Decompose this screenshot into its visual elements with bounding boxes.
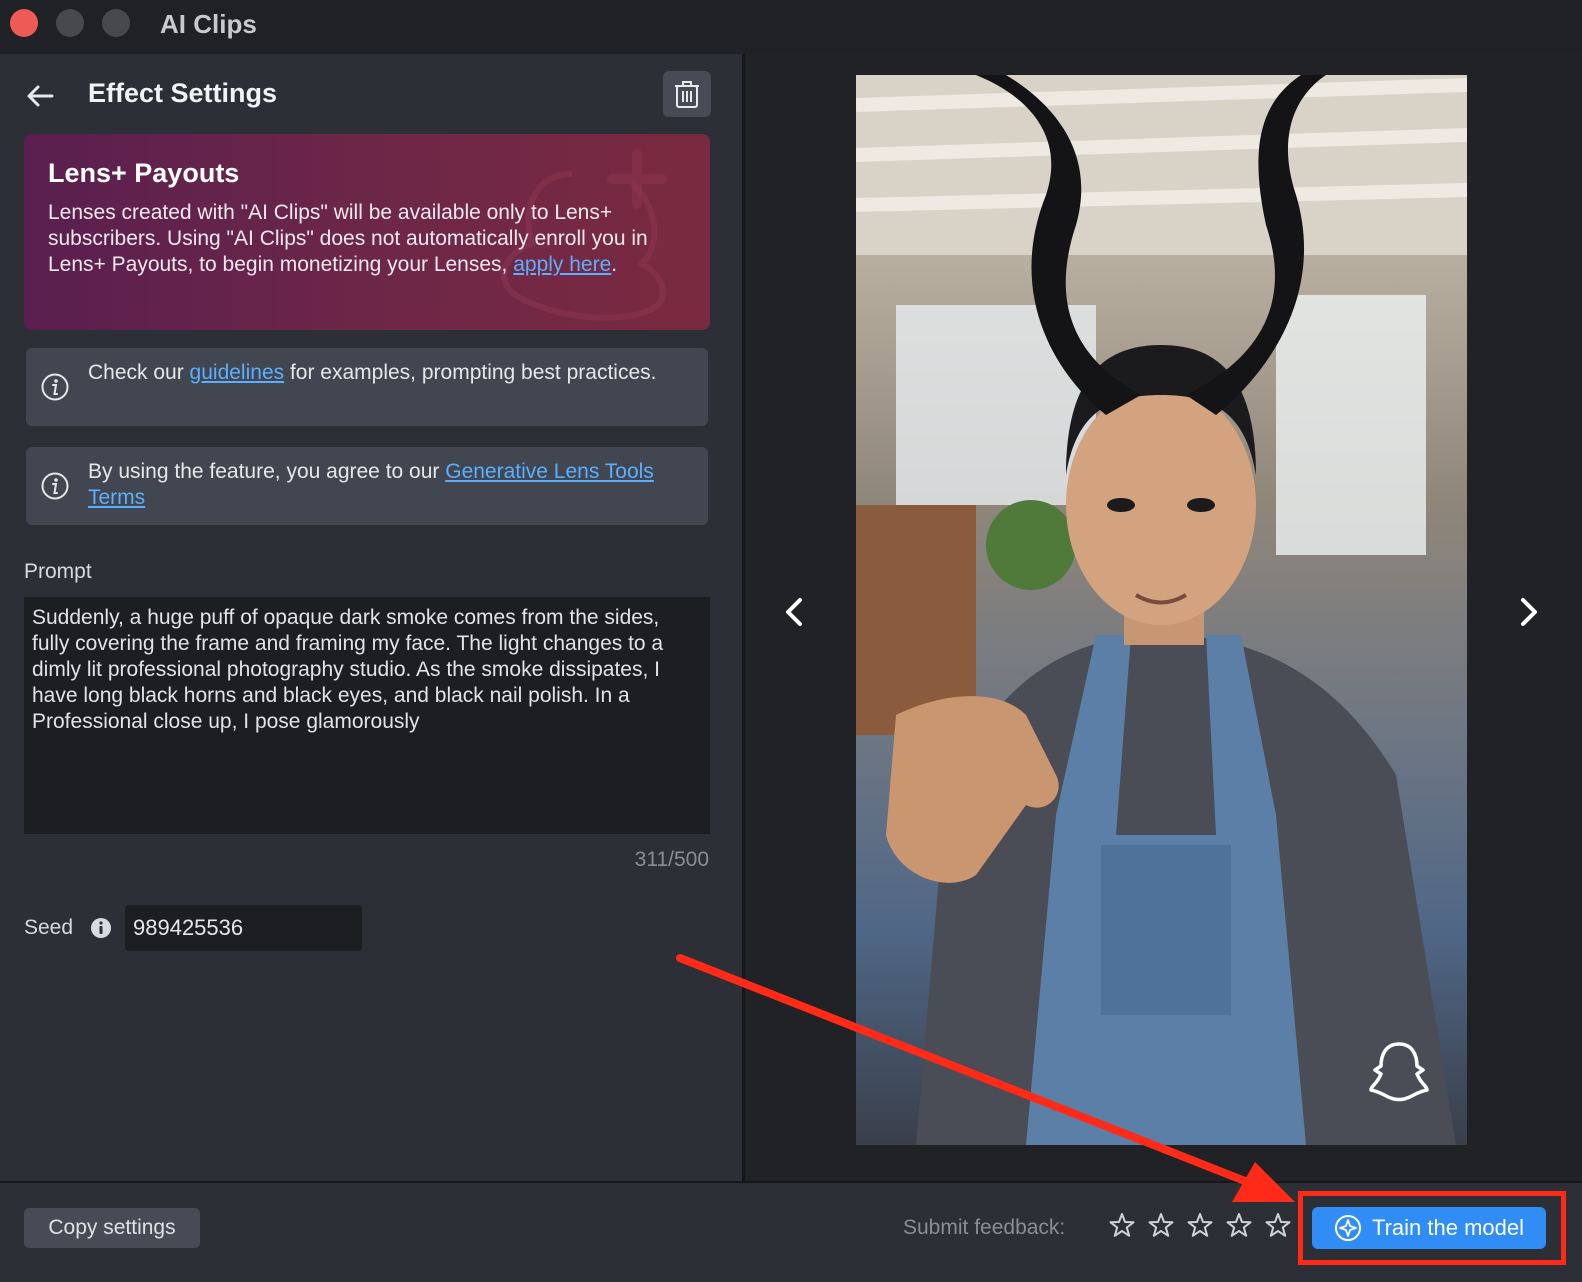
- close-window-button[interactable]: [10, 9, 38, 37]
- lens-plus-payouts-banner: Lens+ Payouts Lenses created with "AI Cl…: [24, 134, 710, 330]
- chevron-left-icon[interactable]: [775, 592, 815, 632]
- maximize-window-button[interactable]: [102, 9, 130, 37]
- info-icon: [41, 373, 69, 401]
- settings-panel: Effect Settings Lens+ Payouts Lenses cre…: [0, 54, 742, 1181]
- train-the-model-label: Train the model: [1371, 1215, 1525, 1240]
- prompt-character-counter: 311/500: [634, 848, 709, 871]
- seed-info-icon[interactable]: [90, 917, 112, 939]
- star-outline-icon[interactable]: [1225, 1211, 1253, 1239]
- back-arrow-icon: [27, 85, 54, 107]
- trash-icon: [675, 81, 699, 108]
- terms-text: By using the feature, you agree to our G…: [88, 460, 654, 509]
- seed-input[interactable]: [125, 905, 362, 951]
- delete-button[interactable]: [663, 71, 711, 117]
- star-outline-icon[interactable]: [1264, 1211, 1292, 1239]
- prompt-label: Prompt: [24, 560, 92, 583]
- train-the-model-button[interactable]: Train the model: [1312, 1207, 1546, 1249]
- preview-image: [856, 75, 1467, 1145]
- feedback-star-rating: [1108, 1211, 1292, 1239]
- page-title: Effect Settings: [88, 78, 278, 108]
- info-icon: [41, 472, 69, 500]
- submit-feedback-label: Submit feedback:: [903, 1216, 1066, 1239]
- promo-title: Lens+ Payouts: [48, 158, 240, 188]
- star-outline-icon[interactable]: [1108, 1211, 1136, 1239]
- promo-text: Lenses created with "AI Clips" will be a…: [48, 201, 648, 276]
- minimize-window-button[interactable]: [56, 9, 84, 37]
- prompt-textarea[interactable]: [24, 597, 710, 834]
- guidelines-text: Check our guidelines for examples, promp…: [88, 361, 657, 384]
- star-outline-icon[interactable]: [1147, 1211, 1175, 1239]
- chevron-right-icon[interactable]: [1508, 592, 1548, 632]
- back-button[interactable]: [22, 78, 58, 114]
- preview-panel: [745, 54, 1582, 1181]
- preview-photo-illustration: [856, 75, 1467, 1145]
- window-titlebar: AI Clips: [0, 0, 1582, 54]
- guidelines-notice: Check our guidelines for examples, promp…: [26, 348, 708, 426]
- copy-settings-button[interactable]: Copy settings: [24, 1208, 200, 1248]
- seed-label: Seed: [24, 916, 74, 939]
- footer-bar: Copy settings Submit feedback: Train the…: [0, 1183, 1582, 1282]
- train-sparkle-icon: [1334, 1215, 1361, 1241]
- guidelines-link[interactable]: guidelines: [190, 361, 285, 384]
- star-outline-icon[interactable]: [1186, 1211, 1214, 1239]
- window-title: AI Clips: [160, 9, 257, 39]
- terms-notice: By using the feature, you agree to our G…: [26, 447, 708, 525]
- apply-here-link[interactable]: apply here: [513, 253, 611, 276]
